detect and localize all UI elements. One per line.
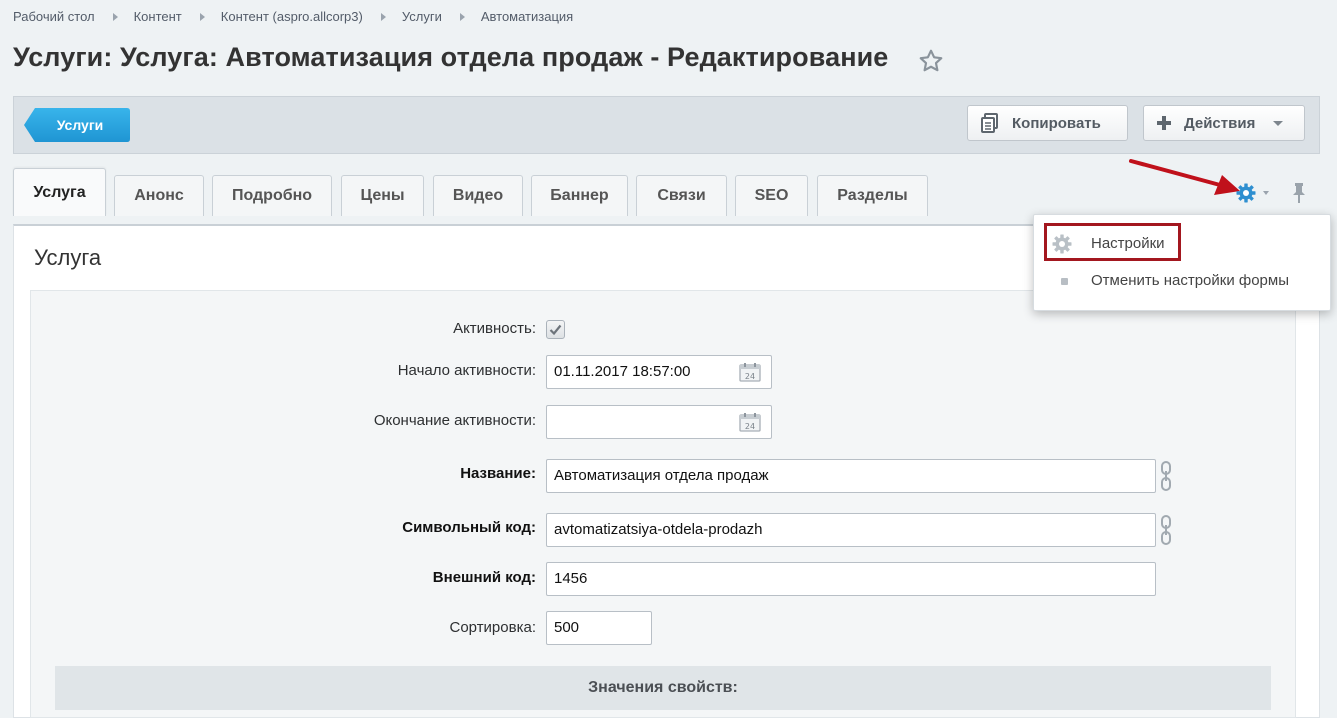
link-icon[interactable] bbox=[1159, 461, 1173, 491]
breadcrumb: Рабочий стол Контент Контент (aspro.allc… bbox=[13, 9, 573, 24]
back-button-label: Услуги bbox=[56, 117, 104, 133]
tab-links[interactable]: Связи bbox=[636, 175, 727, 216]
breadcrumb-item[interactable]: Автоматизация bbox=[481, 9, 573, 24]
copy-button-label: Копировать bbox=[1012, 114, 1101, 132]
svg-text:24: 24 bbox=[745, 372, 755, 381]
chevron-down-icon bbox=[1273, 120, 1284, 126]
tab-video[interactable]: Видео bbox=[433, 175, 523, 216]
link-icon[interactable] bbox=[1159, 515, 1173, 545]
tab-prices[interactable]: Цены bbox=[341, 175, 424, 216]
breadcrumb-separator-icon bbox=[199, 12, 205, 21]
active-label: Активность: bbox=[453, 320, 536, 337]
breadcrumb-separator-icon bbox=[459, 12, 465, 21]
chevron-down-icon[interactable] bbox=[1263, 191, 1269, 195]
breadcrumb-separator-icon bbox=[380, 12, 386, 21]
tab-sections[interactable]: Разделы bbox=[817, 175, 928, 216]
properties-header: Значения свойств: bbox=[55, 666, 1271, 710]
breadcrumb-item[interactable]: Контент bbox=[134, 9, 182, 24]
tab-banner[interactable]: Баннер bbox=[531, 175, 628, 216]
pin-icon[interactable] bbox=[1290, 182, 1308, 204]
external-code-label: Внешний код: bbox=[432, 569, 536, 586]
calendar-icon[interactable]: 24 bbox=[739, 412, 761, 432]
actions-button[interactable]: Действия bbox=[1143, 105, 1305, 141]
plus-icon bbox=[1156, 115, 1172, 131]
section-title: Услуга bbox=[34, 245, 102, 270]
svg-text:24: 24 bbox=[745, 422, 755, 431]
start-date-label: Начало активности: bbox=[397, 362, 536, 379]
star-icon[interactable] bbox=[918, 48, 944, 74]
menu-item-reset-form-settings[interactable]: Отменить настройки формы bbox=[1034, 262, 1330, 300]
check-icon bbox=[549, 324, 562, 336]
tab-seo[interactable]: SEO bbox=[735, 175, 808, 216]
breadcrumb-item[interactable]: Рабочий стол bbox=[13, 9, 95, 24]
menu-item-label: Отменить настройки формы bbox=[1091, 272, 1289, 289]
sort-label: Сортировка: bbox=[449, 619, 537, 636]
annotation-highlight-box bbox=[1044, 223, 1181, 261]
actions-button-label: Действия bbox=[1184, 114, 1256, 132]
bullet-icon bbox=[1061, 278, 1068, 285]
active-checkbox[interactable] bbox=[546, 320, 565, 339]
name-input[interactable]: Автоматизация отдела продаж bbox=[546, 459, 1156, 493]
page-title: Услуги: Услуга: Автоматизация отдела про… bbox=[13, 42, 889, 72]
name-label: Название: bbox=[460, 465, 536, 482]
back-to-services-button[interactable]: Услуги bbox=[24, 108, 130, 142]
copy-icon bbox=[980, 113, 1000, 133]
breadcrumb-separator-icon bbox=[112, 12, 118, 21]
breadcrumb-item[interactable]: Услуги bbox=[402, 9, 442, 24]
code-input[interactable]: avtomatizatsiya-otdela-prodazh bbox=[546, 513, 1156, 547]
end-date-label: Окончание активности: bbox=[373, 412, 536, 429]
annotation-arrow-icon bbox=[1129, 159, 1240, 195]
copy-button[interactable]: Копировать bbox=[967, 105, 1128, 141]
external-code-input[interactable]: 1456 bbox=[546, 562, 1156, 596]
calendar-icon[interactable]: 24 bbox=[739, 362, 761, 382]
tab-service[interactable]: Услуга bbox=[13, 168, 106, 216]
sort-input[interactable]: 500 bbox=[546, 611, 652, 645]
tab-announce[interactable]: Анонс bbox=[114, 175, 204, 216]
code-label: Символьный код: bbox=[402, 519, 536, 536]
tab-details[interactable]: Подробно bbox=[212, 175, 332, 216]
breadcrumb-item[interactable]: Контент (aspro.allcorp3) bbox=[221, 9, 363, 24]
gear-icon[interactable] bbox=[1236, 183, 1256, 203]
